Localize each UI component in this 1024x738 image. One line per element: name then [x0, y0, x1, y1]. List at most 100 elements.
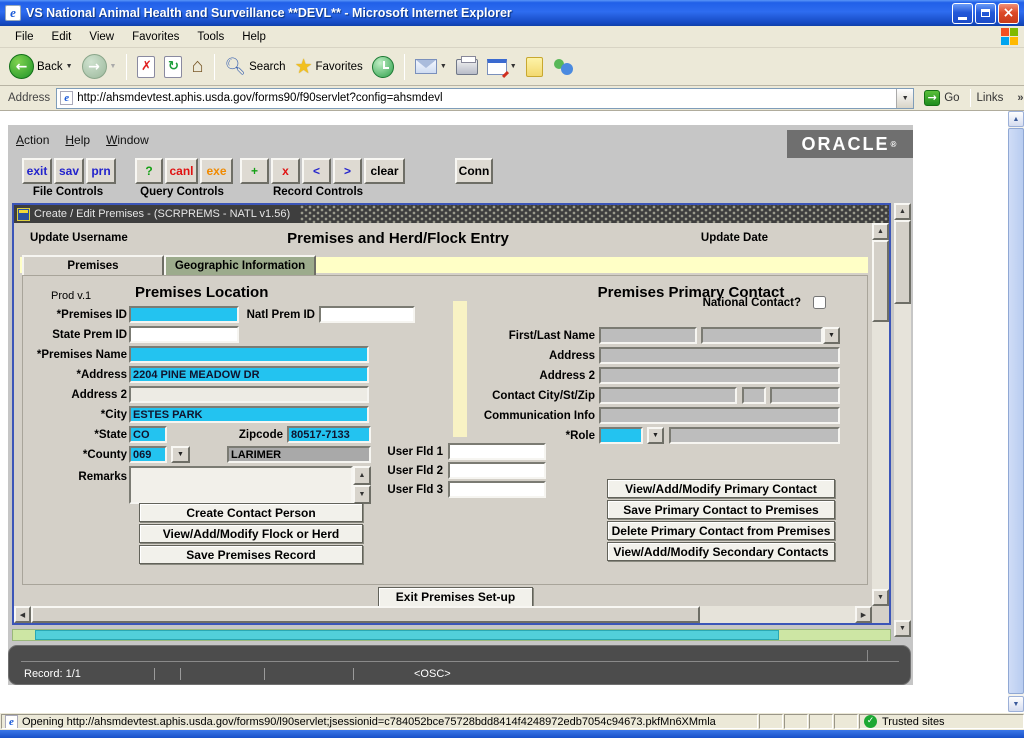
address-dropdown-icon[interactable]: ▼ — [896, 89, 913, 108]
county-dropdown-button[interactable]: ▼ — [171, 446, 190, 463]
minimize-button[interactable] — [952, 3, 973, 24]
scrollbar-thumb[interactable] — [1008, 128, 1024, 694]
go-button[interactable]: → Go — [920, 89, 963, 107]
scrollbar-thumb[interactable] — [872, 240, 889, 322]
scrollbar-thumb[interactable] — [894, 220, 911, 304]
forms-menu-action[interactable]: Action — [16, 133, 49, 147]
tab-premises[interactable]: Premises — [22, 255, 164, 275]
user-fld-2-field[interactable] — [448, 462, 546, 479]
scroll-up-icon[interactable]: ▲ — [1008, 111, 1024, 127]
contact-address2-field[interactable] — [599, 367, 840, 384]
scroll-down-icon[interactable]: ▼ — [894, 620, 911, 637]
cancel-query-button[interactable]: canl — [165, 158, 198, 184]
city-field[interactable] — [129, 406, 369, 423]
view-add-modify-primary-contact-button[interactable]: View/Add/Modify Primary Contact — [607, 479, 835, 498]
scroll-up-icon[interactable]: ▲ — [872, 223, 889, 240]
address-input[interactable]: e http://ahsmdevtest.aphis.usda.gov/form… — [56, 88, 914, 109]
address-field[interactable] — [129, 366, 369, 383]
role-dropdown-button[interactable]: ▼ — [647, 427, 664, 444]
edit-button[interactable]: ▼ — [484, 57, 520, 77]
view-add-modify-flock-button[interactable]: View/Add/Modify Flock or Herd — [139, 524, 363, 543]
scroll-down-icon[interactable]: ▼ — [1008, 696, 1024, 712]
messenger-button[interactable] — [549, 54, 579, 80]
save-primary-contact-button[interactable]: Save Primary Contact to Premises — [607, 500, 835, 519]
save-button[interactable]: sav — [54, 158, 84, 184]
exit-premises-setup-button[interactable]: Exit Premises Set-up — [378, 587, 533, 606]
first-name-field[interactable] — [599, 327, 697, 344]
natl-prem-id-field[interactable] — [319, 306, 415, 323]
address-url[interactable]: http://ahsmdevtest.aphis.usda.gov/forms9… — [77, 92, 896, 104]
remarks-textarea[interactable] — [129, 466, 353, 504]
scrollbar-thumb[interactable] — [31, 606, 700, 623]
search-button[interactable]: 🔍︎ Search — [222, 55, 289, 79]
create-contact-person-button[interactable]: Create Contact Person — [139, 503, 363, 522]
user-fld-3-field[interactable] — [448, 481, 546, 498]
history-button[interactable] — [369, 54, 397, 80]
state-prem-id-field[interactable] — [129, 326, 239, 343]
menu-file[interactable]: File — [6, 29, 43, 45]
contact-zip-field[interactable] — [770, 387, 840, 404]
previous-record-button[interactable]: < — [302, 158, 331, 184]
scroll-left-icon[interactable]: ◀ — [14, 606, 31, 623]
role-description-field[interactable] — [669, 427, 840, 444]
name-dropdown-button[interactable]: ▼ — [823, 327, 840, 344]
forms-menu-window[interactable]: Window — [106, 133, 149, 147]
browser-vertical-scrollbar[interactable]: ▲ ▼ — [1008, 111, 1024, 712]
last-name-field[interactable] — [701, 327, 823, 344]
execute-query-button[interactable]: exe — [200, 158, 233, 184]
delete-record-button[interactable]: x — [271, 158, 300, 184]
exit-button[interactable]: exit — [22, 158, 52, 184]
refresh-button[interactable]: ↻ — [161, 54, 185, 80]
remarks-scrollbar[interactable]: ▲ ▼ — [353, 466, 371, 504]
scroll-down-icon[interactable]: ▼ — [353, 485, 371, 504]
menu-favorites[interactable]: Favorites — [123, 29, 188, 45]
stop-button[interactable]: ✗ — [134, 54, 158, 80]
state-field[interactable] — [129, 426, 167, 443]
add-record-button[interactable]: + — [240, 158, 269, 184]
scroll-down-icon[interactable]: ▼ — [872, 589, 889, 606]
view-add-modify-secondary-contacts-button[interactable]: View/Add/Modify Secondary Contacts — [607, 542, 835, 561]
tab-geographic-information[interactable]: Geographic Information — [164, 255, 316, 275]
contact-state-field[interactable] — [742, 387, 766, 404]
scrollbar-thumb[interactable] — [35, 630, 779, 640]
restore-button[interactable] — [975, 3, 996, 24]
scroll-up-icon[interactable]: ▲ — [353, 466, 371, 485]
delete-primary-contact-button[interactable]: Delete Primary Contact from Premises — [607, 521, 835, 540]
menu-help[interactable]: Help — [233, 29, 275, 45]
role-field[interactable] — [599, 427, 643, 444]
close-button[interactable]: × — [998, 3, 1019, 24]
forward-button[interactable]: → ▼ — [79, 52, 120, 81]
form-horizontal-scrollbar[interactable]: ◀ ▶ — [14, 606, 872, 623]
premises-name-field[interactable] — [129, 346, 369, 363]
national-contact-checkbox[interactable] — [813, 296, 826, 309]
user-fld-1-field[interactable] — [448, 443, 546, 460]
form-vertical-scrollbar[interactable]: ▲ ▼ — [872, 223, 889, 606]
applet-horizontal-scrollbar[interactable] — [12, 629, 891, 641]
scroll-up-icon[interactable]: ▲ — [894, 203, 911, 220]
applet-vertical-scrollbar[interactable]: ▲ ▼ — [894, 203, 911, 637]
contact-address-field[interactable] — [599, 347, 840, 364]
menu-edit[interactable]: Edit — [43, 29, 81, 45]
conn-button[interactable]: Conn — [455, 158, 493, 184]
save-premises-record-button[interactable]: Save Premises Record — [139, 545, 363, 564]
favorites-button[interactable]: ★ Favorites — [292, 55, 366, 79]
address2-field[interactable] — [129, 386, 369, 403]
county-field[interactable] — [129, 446, 167, 463]
print-record-button[interactable]: prn — [86, 158, 116, 184]
print-button[interactable] — [453, 57, 481, 77]
zipcode-field[interactable] — [287, 426, 371, 443]
clear-button[interactable]: clear — [364, 158, 405, 184]
mail-button[interactable]: ▼ — [412, 57, 450, 76]
discuss-button[interactable] — [523, 55, 546, 79]
back-button[interactable]: ← Back ▼ — [6, 52, 76, 81]
links-chevron-icon[interactable]: » — [1017, 92, 1023, 104]
premises-id-field[interactable] — [129, 306, 239, 323]
back-dropdown-icon[interactable]: ▼ — [66, 63, 73, 70]
contact-city-field[interactable] — [599, 387, 737, 404]
links-label[interactable]: Links — [977, 92, 1004, 104]
next-record-button[interactable]: > — [333, 158, 362, 184]
menu-view[interactable]: View — [80, 29, 123, 45]
query-button[interactable]: ? — [135, 158, 163, 184]
forms-menu-help[interactable]: Help — [65, 133, 90, 147]
home-button[interactable]: ⌂ — [188, 53, 206, 80]
